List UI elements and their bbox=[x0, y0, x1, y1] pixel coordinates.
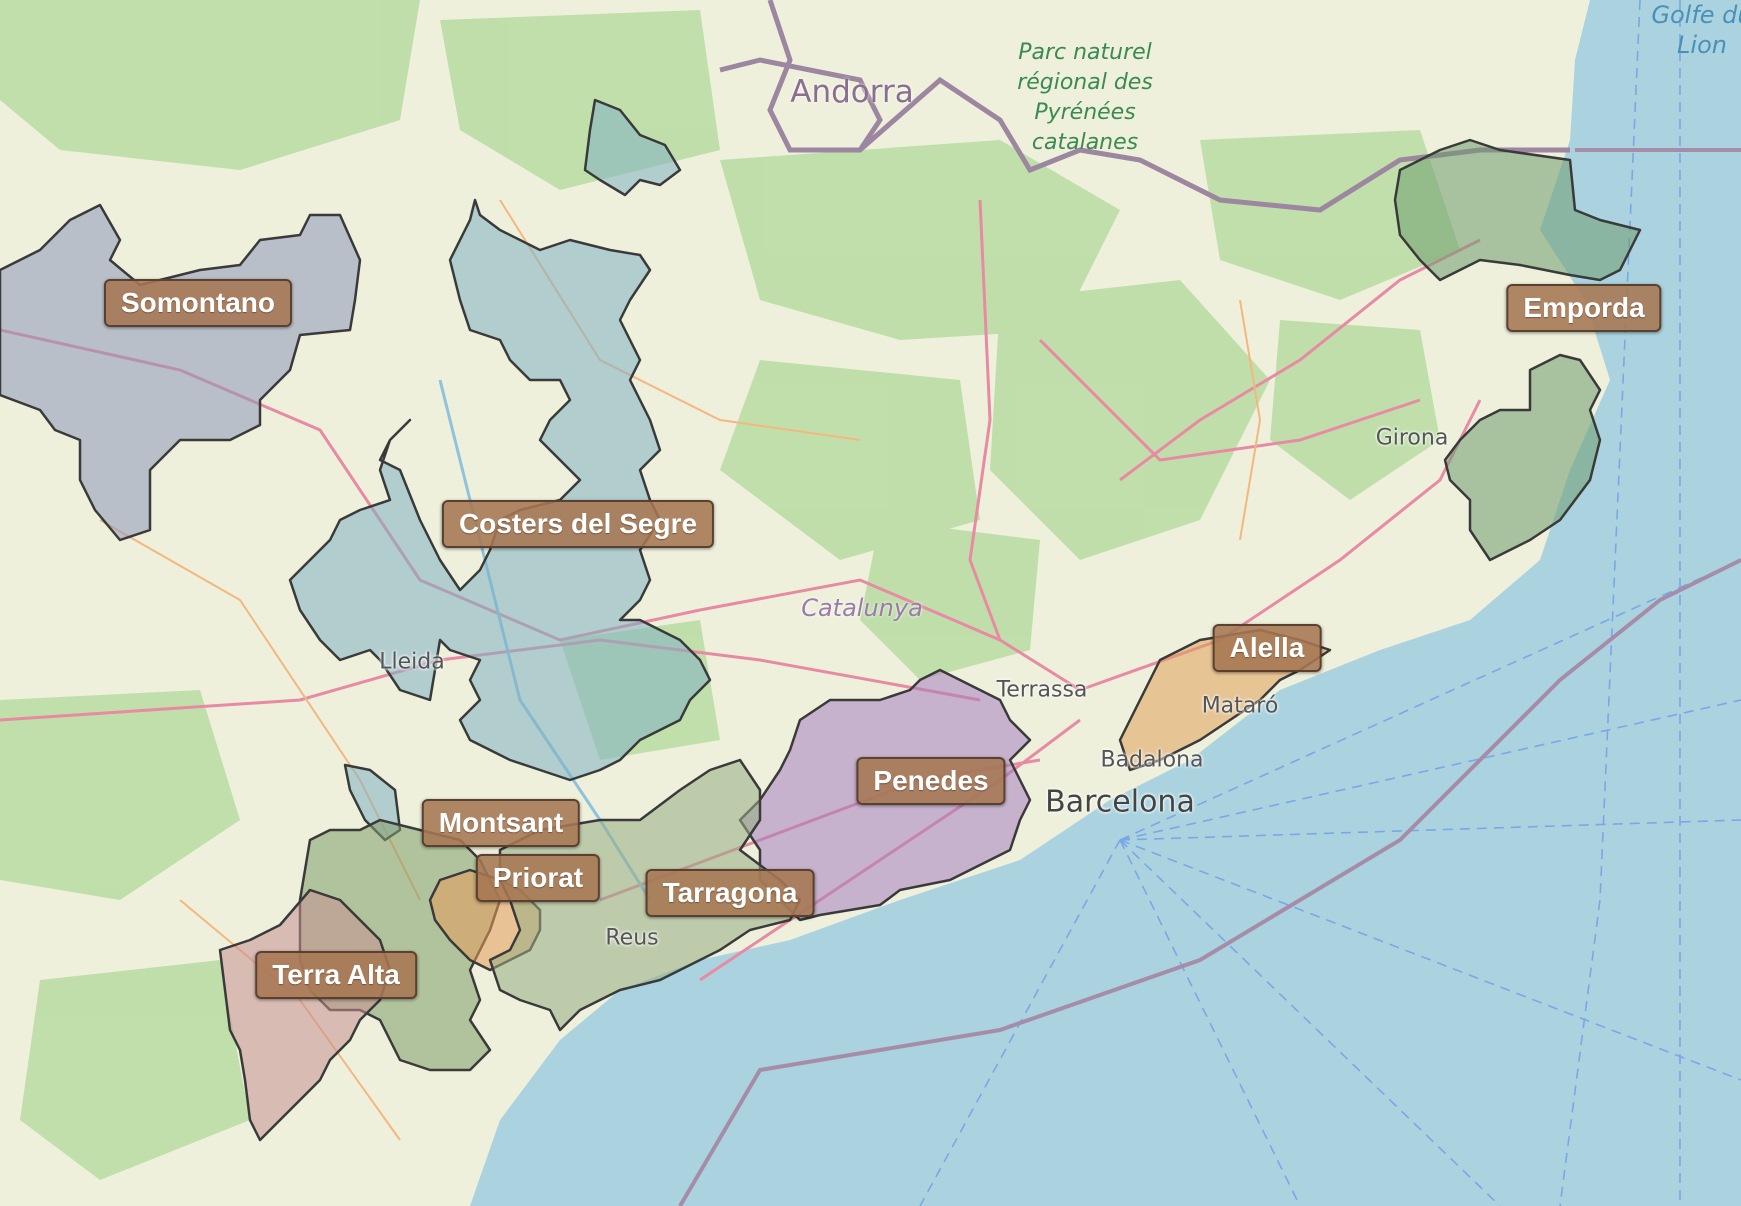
label-costers-del-segre[interactable]: Costers del Segre bbox=[441, 500, 715, 548]
label-terra-alta[interactable]: Terra Alta bbox=[255, 951, 417, 999]
place-mataro: Mataró bbox=[1201, 693, 1279, 719]
place-gulf-of-lion: Golfe du Lion bbox=[1651, 1, 1741, 59]
label-penedes[interactable]: Penedes bbox=[856, 757, 1006, 805]
map-canvas[interactable]: Andorra Parc naturel régional des Pyréné… bbox=[0, 0, 1741, 1206]
place-catalunya: Catalunya bbox=[801, 594, 923, 622]
place-barcelona: Barcelona bbox=[1045, 784, 1195, 820]
place-badalona: Badalona bbox=[1100, 747, 1204, 773]
place-girona: Girona bbox=[1375, 425, 1449, 451]
place-andorra: Andorra bbox=[790, 74, 914, 110]
place-terrassa: Terrassa bbox=[996, 677, 1088, 703]
region-emporda-north[interactable] bbox=[1393, 138, 1642, 282]
place-lleida: Lleida bbox=[379, 649, 445, 675]
label-emporda[interactable]: Emporda bbox=[1506, 284, 1662, 332]
place-reus: Reus bbox=[605, 925, 659, 951]
label-montsant[interactable]: Montsant bbox=[421, 799, 581, 847]
label-priorat[interactable]: Priorat bbox=[475, 854, 601, 902]
place-park: Parc naturel régional des Pyrénées catal… bbox=[1017, 40, 1153, 155]
label-alella[interactable]: Alella bbox=[1212, 624, 1322, 672]
label-tarragona[interactable]: Tarragona bbox=[645, 869, 815, 917]
label-somontano[interactable]: Somontano bbox=[104, 279, 292, 327]
